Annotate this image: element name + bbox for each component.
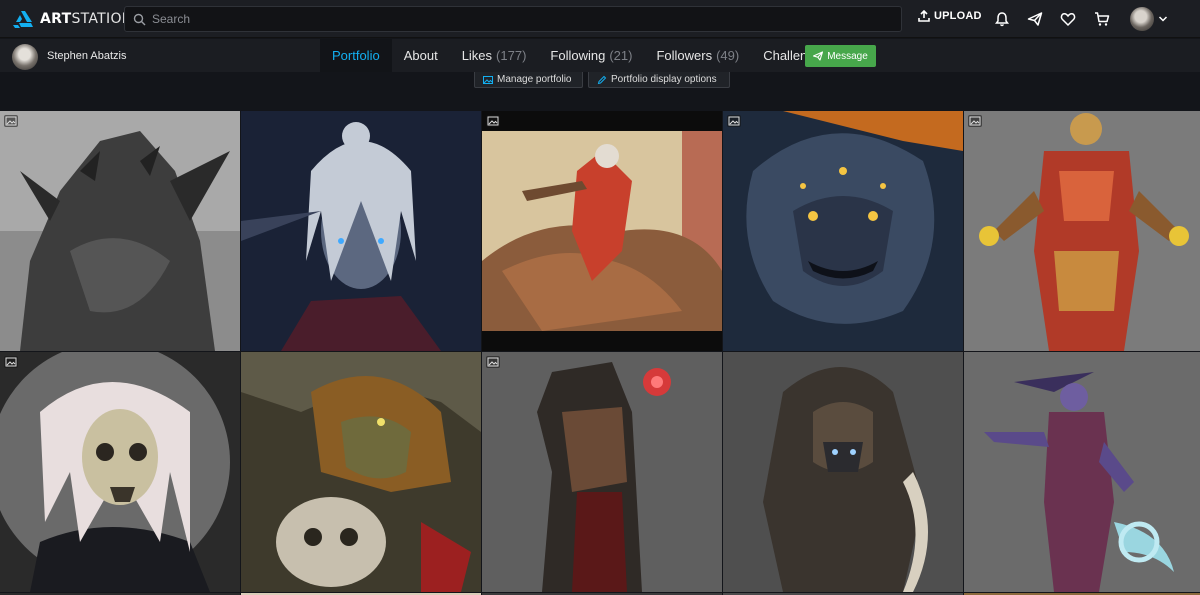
tab-likes[interactable]: Likes (177) xyxy=(450,39,539,72)
cart-icon[interactable] xyxy=(1094,11,1110,27)
artstation-logo-icon xyxy=(13,10,33,28)
image-type-icon xyxy=(486,356,500,368)
artwork-thumbnail[interactable] xyxy=(0,352,240,592)
artwork-image xyxy=(0,111,240,351)
artwork-thumbnail[interactable] xyxy=(964,111,1200,351)
heart-icon[interactable] xyxy=(1060,11,1076,27)
profile-tabs: Portfolio About Likes (177) Following (21)… xyxy=(320,39,840,72)
tab-following[interactable]: Following (21) xyxy=(538,39,644,72)
artstation-logo[interactable]: ARTSTATION xyxy=(12,0,133,38)
artwork-image xyxy=(241,111,481,351)
send-icon xyxy=(813,51,824,61)
artwork-image xyxy=(723,352,963,592)
portfolio-display-options-button[interactable]: Portfolio display options xyxy=(588,72,730,88)
message-button[interactable]: Message xyxy=(805,45,876,67)
message-label: Message xyxy=(827,50,868,62)
following-count: (21) xyxy=(609,48,633,63)
profile-bar: Stephen Abatzis Portfolio About Likes (17… xyxy=(0,39,1200,72)
likes-count: (177) xyxy=(496,48,527,63)
artwork-thumbnail[interactable] xyxy=(482,352,722,592)
image-type-icon xyxy=(968,115,982,127)
portfolio-options-row: Manage portfolio Portfolio display optio… xyxy=(0,72,1200,111)
image-icon xyxy=(483,75,493,84)
bell-icon[interactable] xyxy=(994,11,1010,27)
image-type-icon xyxy=(4,356,18,368)
artwork-thumbnail[interactable] xyxy=(964,352,1200,592)
send-icon[interactable] xyxy=(1027,11,1043,27)
tab-followers[interactable]: Followers (49) xyxy=(644,39,751,72)
artwork-thumbnail[interactable] xyxy=(241,111,481,351)
artwork-image xyxy=(482,352,722,592)
profile-name[interactable]: Stephen Abatzis xyxy=(47,50,127,62)
tab-about[interactable]: About xyxy=(392,39,450,72)
image-type-icon xyxy=(727,115,741,127)
search-bar[interactable] xyxy=(124,6,902,32)
tab-portfolio[interactable]: Portfolio xyxy=(320,39,392,72)
search-input[interactable] xyxy=(152,12,872,26)
artwork-thumbnail[interactable] xyxy=(482,111,722,351)
search-icon xyxy=(133,13,146,25)
user-avatar[interactable] xyxy=(1130,7,1154,31)
artwork-image xyxy=(0,352,240,592)
upload-label: UPLOAD xyxy=(934,10,982,22)
pencil-icon xyxy=(597,75,607,84)
artwork-image xyxy=(964,111,1200,351)
upload-icon xyxy=(918,10,930,22)
artwork-image xyxy=(964,352,1200,592)
artwork-image xyxy=(723,111,963,351)
artwork-thumbnail[interactable] xyxy=(241,352,481,592)
top-navbar: ARTSTATION UPLOAD xyxy=(0,0,1200,38)
chevron-down-icon[interactable] xyxy=(1158,14,1168,24)
manage-portfolio-button[interactable]: Manage portfolio xyxy=(474,72,583,88)
image-type-icon xyxy=(4,115,18,127)
artwork-thumbnail[interactable] xyxy=(723,111,963,351)
artwork-thumbnail[interactable] xyxy=(0,111,240,351)
followers-count: (49) xyxy=(716,48,740,63)
artwork-image xyxy=(241,352,481,592)
logo-text: ARTSTATION xyxy=(40,10,133,27)
artwork-thumbnail[interactable] xyxy=(723,352,963,592)
upload-button[interactable]: UPLOAD xyxy=(918,10,982,22)
artwork-image xyxy=(482,111,722,351)
profile-avatar[interactable] xyxy=(12,44,38,70)
portfolio-gallery xyxy=(0,111,1200,595)
image-type-icon xyxy=(486,115,500,127)
